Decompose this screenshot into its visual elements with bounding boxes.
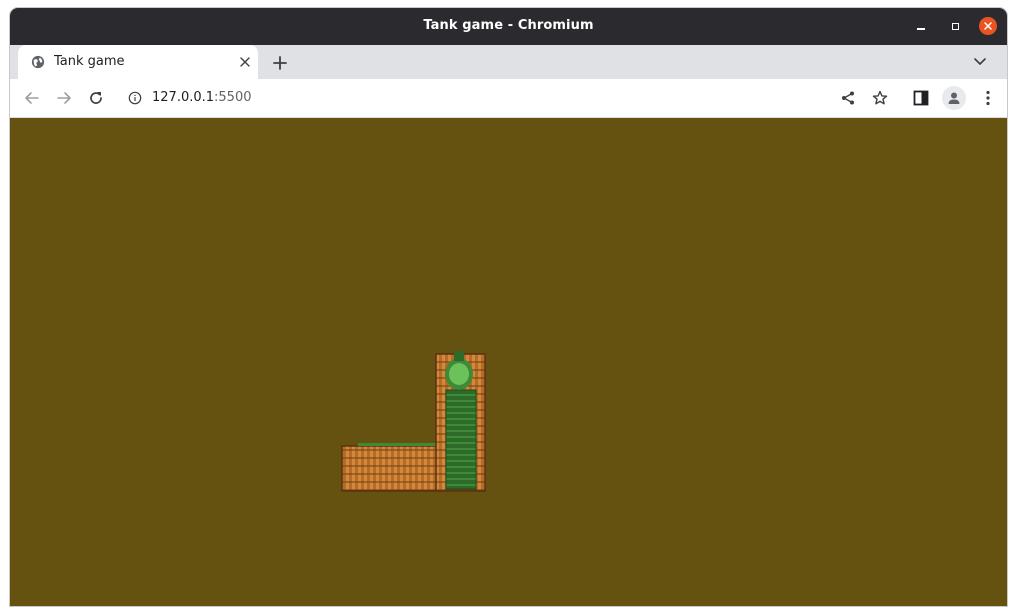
- tab-search-button[interactable]: [970, 52, 990, 72]
- minimize-icon: [917, 28, 925, 30]
- address-bar[interactable]: 127.0.0.1:5500: [116, 83, 906, 113]
- url-host: 127.0.0.1: [152, 90, 215, 105]
- info-icon[interactable]: [128, 91, 142, 105]
- brick-wall-horizontal: [341, 443, 439, 492]
- page-viewport: [10, 118, 1007, 606]
- minimize-button[interactable]: [912, 17, 930, 35]
- game-background: [10, 118, 1007, 606]
- globe-icon: [31, 55, 45, 69]
- forward-button[interactable]: [52, 86, 76, 110]
- tab-strip: Tank game: [10, 45, 1007, 79]
- back-button[interactable]: [20, 86, 44, 110]
- profile-avatar[interactable]: [942, 86, 966, 110]
- window-title: Tank game - Chromium: [423, 18, 594, 33]
- url-port: :5500: [214, 90, 252, 105]
- browser-window: Tank game - Chromium Tank game 127.0.0.1…: [10, 8, 1007, 606]
- share-icon[interactable]: [840, 90, 856, 106]
- tab-tank-game[interactable]: Tank game: [18, 45, 258, 79]
- maximize-icon: [951, 22, 959, 30]
- arrow-right-icon: [57, 92, 71, 104]
- reload-button[interactable]: [84, 86, 108, 110]
- close-window-button[interactable]: [979, 17, 997, 35]
- close-icon: [240, 57, 250, 67]
- maximize-button[interactable]: [946, 17, 964, 35]
- chevron-down-icon: [974, 58, 986, 65]
- plus-icon: [273, 56, 287, 70]
- close-tab-button[interactable]: [237, 54, 253, 70]
- person-icon: [948, 92, 960, 104]
- more-vert-icon: [986, 90, 990, 106]
- toolbar: 127.0.0.1:5500: [10, 79, 1007, 118]
- bookmark-star-icon[interactable]: [872, 90, 888, 106]
- url-text[interactable]: 127.0.0.1:5500: [152, 90, 252, 105]
- browser-menu-button[interactable]: [976, 86, 1000, 110]
- game-canvas[interactable]: [10, 118, 1007, 606]
- reload-icon: [90, 92, 102, 104]
- close-icon: [984, 22, 992, 30]
- tab-label: Tank game: [54, 54, 125, 69]
- arrow-left-icon: [25, 92, 39, 104]
- new-tab-button[interactable]: [268, 51, 292, 75]
- side-panel-icon[interactable]: [913, 90, 929, 106]
- title-bar[interactable]: Tank game - Chromium: [10, 8, 1007, 45]
- player-tank[interactable]: [445, 351, 477, 490]
